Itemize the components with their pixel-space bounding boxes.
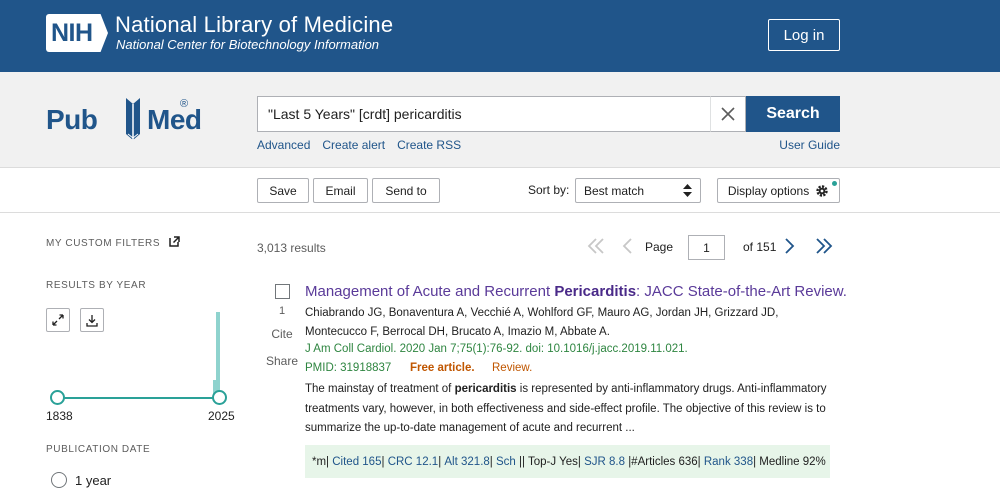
title-text-post: : JACC State-of-the-Art Review. — [636, 283, 847, 300]
gear-icon — [816, 184, 828, 197]
year-range-end-handle[interactable] — [212, 390, 227, 405]
download-chart-button[interactable] — [80, 308, 104, 332]
page-label: Page — [645, 240, 674, 254]
share-button[interactable]: Share — [262, 354, 302, 368]
send-to-button[interactable]: Send to — [372, 178, 440, 203]
search-button[interactable]: Search — [746, 96, 840, 132]
metric-sch-link[interactable]: Sch — [496, 456, 516, 468]
article-metrics-bar: *m| Cited 165 | CRC 12.1 | Alt 321.8 | Sch … — [305, 445, 830, 478]
metric-sep: | — [489, 455, 493, 468]
my-custom-filters-text: MY CUSTOM FILTERS — [46, 238, 161, 249]
metric-sjr-link[interactable]: SJR 8.8 — [584, 456, 625, 468]
external-link-icon — [168, 236, 180, 247]
metric-articles: |#Articles 636| — [628, 455, 701, 468]
page-total: of 151 — [743, 240, 777, 254]
date-radio-1-year[interactable] — [51, 472, 67, 488]
user-guide-link[interactable]: User Guide — [779, 138, 840, 152]
chevron-left-icon — [622, 238, 632, 254]
registered-mark: ® — [180, 98, 189, 110]
next-page-button[interactable] — [783, 236, 797, 256]
pubmed-book-icon — [126, 98, 140, 140]
pubmed-logo-pub: Pub — [46, 104, 98, 135]
year-histogram-bar[interactable] — [216, 312, 220, 398]
sort-label: Sort by: — [528, 183, 570, 197]
login-button[interactable]: Log in — [768, 19, 840, 51]
display-options-label: Display options — [727, 183, 810, 198]
nih-logo-text: NIH — [51, 19, 93, 47]
metric-alt-link[interactable]: Alt 321.8 — [444, 456, 489, 468]
display-options-button[interactable]: Display options — [717, 178, 840, 203]
create-rss-link[interactable]: Create RSS — [397, 138, 461, 152]
email-button[interactable]: Email — [313, 178, 368, 203]
save-button[interactable]: Save — [257, 178, 309, 203]
sort-select[interactable]: Best match — [575, 178, 701, 203]
nih-banner: NIH National Library of Medicine Nationa… — [0, 0, 1000, 72]
cite-button[interactable]: Cite — [262, 327, 302, 341]
results-count: 3,013 results — [257, 241, 326, 255]
year-range-track[interactable] — [57, 397, 220, 399]
review-badge: Review. — [492, 362, 533, 374]
search-band: Pub Med ® "Last 5 Years" [crdt] pericard… — [0, 72, 1000, 168]
expand-chart-button[interactable] — [46, 308, 70, 332]
metric-sep: | — [381, 455, 385, 468]
year-start-label: 1838 — [46, 409, 73, 423]
article-title-link[interactable]: Management of Acute and Recurrent Perica… — [305, 283, 847, 300]
last-page-button[interactable] — [814, 236, 834, 256]
close-icon — [721, 107, 735, 121]
article-authors: Chiabrando JG, Bonaventura A, Vecchié A,… — [305, 307, 779, 338]
action-bar: Save Email Send to Sort by: Best match D… — [0, 168, 1000, 213]
sort-value: Best match — [584, 183, 645, 198]
first-page-button[interactable] — [586, 236, 606, 256]
title-highlight: Pericarditis — [554, 283, 637, 300]
clear-search-button[interactable] — [710, 96, 746, 132]
nlm-title[interactable]: National Library of Medicine — [115, 12, 393, 38]
metric-rank-link[interactable]: Rank 338 — [704, 456, 753, 468]
metric-topj: || Top-J Yes| — [519, 455, 581, 468]
pubmed-logo[interactable]: Pub Med ® — [46, 94, 202, 142]
page-number-input[interactable]: 1 — [688, 235, 725, 260]
download-icon — [86, 314, 98, 327]
result-number: 1 — [279, 305, 286, 317]
free-article-badge: Free article. — [410, 362, 475, 374]
expand-icon — [52, 314, 64, 326]
results-by-year-label: RESULTS BY YEAR — [46, 280, 147, 291]
year-range-start-handle[interactable] — [50, 390, 65, 405]
year-end-label: 2025 — [208, 409, 235, 423]
snippet-pre: The mainstay of treatment of — [305, 383, 455, 395]
metric-crc-link[interactable]: CRC 12.1 — [388, 456, 439, 468]
my-custom-filters-label[interactable]: MY CUSTOM FILTERS — [46, 236, 180, 249]
create-alert-link[interactable]: Create alert — [322, 138, 385, 152]
result-checkbox[interactable] — [275, 284, 290, 299]
nih-logo[interactable]: NIH — [46, 14, 108, 52]
double-chevron-right-icon — [816, 238, 833, 254]
article-citation: J Am Coll Cardiol. 2020 Jan 7;75(1):76-9… — [305, 343, 688, 355]
sort-arrows-icon — [683, 184, 692, 197]
search-links: Advanced Create alert Create RSS — [257, 138, 461, 152]
double-chevron-left-icon — [587, 238, 604, 254]
date-radio-1-year-label[interactable]: 1 year — [75, 473, 111, 488]
advanced-link[interactable]: Advanced — [257, 138, 310, 152]
metric-sep: | — [438, 455, 442, 468]
title-text-pre: Management of Acute and Recurrent — [305, 283, 555, 300]
notification-dot — [832, 181, 837, 186]
publication-date-label: PUBLICATION DATE — [46, 444, 151, 455]
previous-page-button[interactable] — [620, 236, 634, 256]
pubmed-logo-med: Med — [147, 104, 202, 135]
chevron-right-icon — [785, 238, 795, 254]
article-snippet: The mainstay of treatment of pericarditi… — [305, 380, 830, 439]
metric-medline: | Medline 92% — [753, 455, 826, 468]
search-input[interactable]: "Last 5 Years" [crdt] pericarditis — [257, 96, 710, 132]
snippet-highlight: pericarditis — [454, 383, 517, 395]
metric-cited-link[interactable]: Cited 165 — [332, 456, 381, 468]
article-pmid: PMID: 31918837 — [305, 362, 392, 374]
ncbi-subtitle: National Center for Biotechnology Inform… — [116, 37, 380, 52]
metric-m: *m| — [312, 455, 330, 468]
